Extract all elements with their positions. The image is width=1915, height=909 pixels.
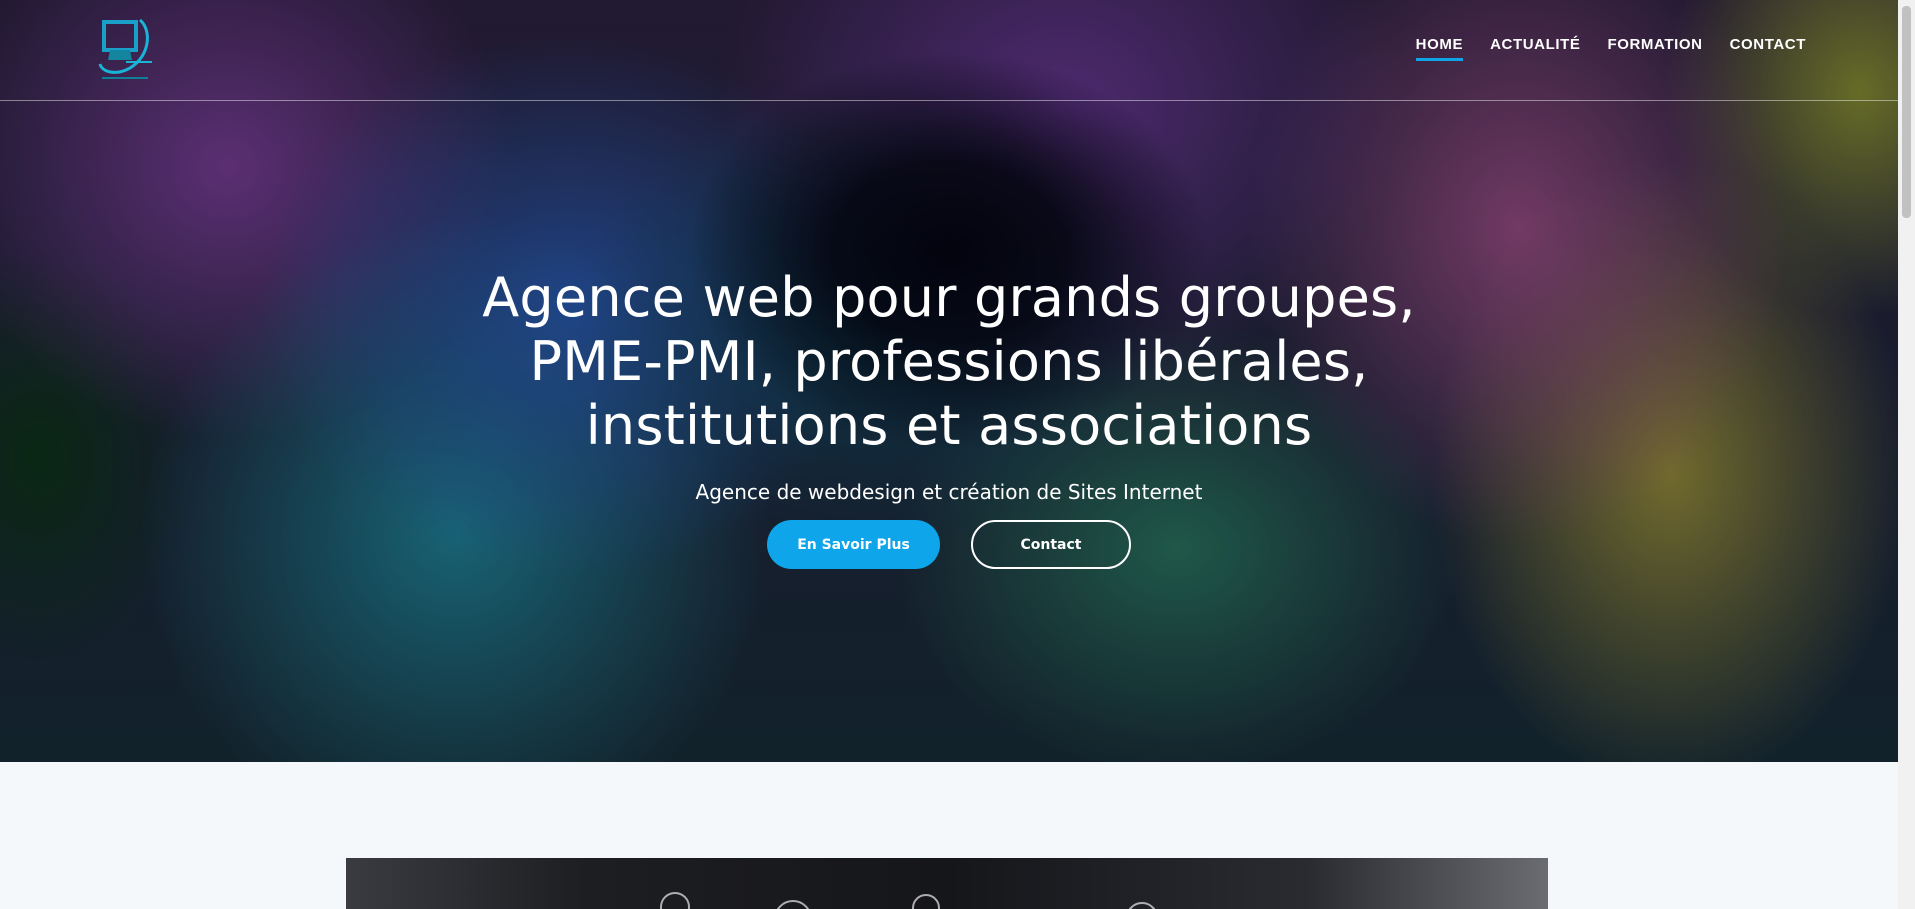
nav-item-formation[interactable]: FORMATION (1607, 36, 1702, 61)
monitor-logo-icon (98, 18, 152, 79)
contact-button[interactable]: Contact (971, 520, 1131, 569)
hero-buttons: En Savoir Plus Contact (0, 520, 1898, 569)
hero-subtitle: Agence de webdesign et création de Sites… (695, 480, 1203, 504)
main-nav: HOME ACTUALITÉ FORMATION CONTACT (1415, 36, 1806, 61)
hero-content: Agence web pour grands groupes, PME-PMI,… (0, 266, 1898, 569)
site-header: HOME ACTUALITÉ FORMATION CONTACT (0, 0, 1898, 101)
hero-title: Agence web pour grands groupes, PME-PMI,… (482, 266, 1416, 457)
hero-section: HOME ACTUALITÉ FORMATION CONTACT Agence … (0, 0, 1898, 762)
scrollbar-thumb[interactable] (1902, 6, 1911, 218)
nav-item-actualite[interactable]: ACTUALITÉ (1490, 36, 1580, 61)
page-scrollbar[interactable] (1898, 0, 1915, 909)
decorative-circle (774, 900, 812, 909)
nav-item-home[interactable]: HOME (1415, 36, 1464, 61)
decorative-circle (912, 894, 940, 909)
site-logo[interactable] (96, 16, 154, 82)
nav-item-contact[interactable]: CONTACT (1730, 36, 1806, 61)
decorative-circle (660, 892, 690, 909)
feature-image (346, 858, 1548, 909)
decorative-circle (1126, 902, 1158, 909)
en-savoir-plus-button[interactable]: En Savoir Plus (767, 520, 940, 569)
page: HOME ACTUALITÉ FORMATION CONTACT Agence … (0, 0, 1915, 909)
